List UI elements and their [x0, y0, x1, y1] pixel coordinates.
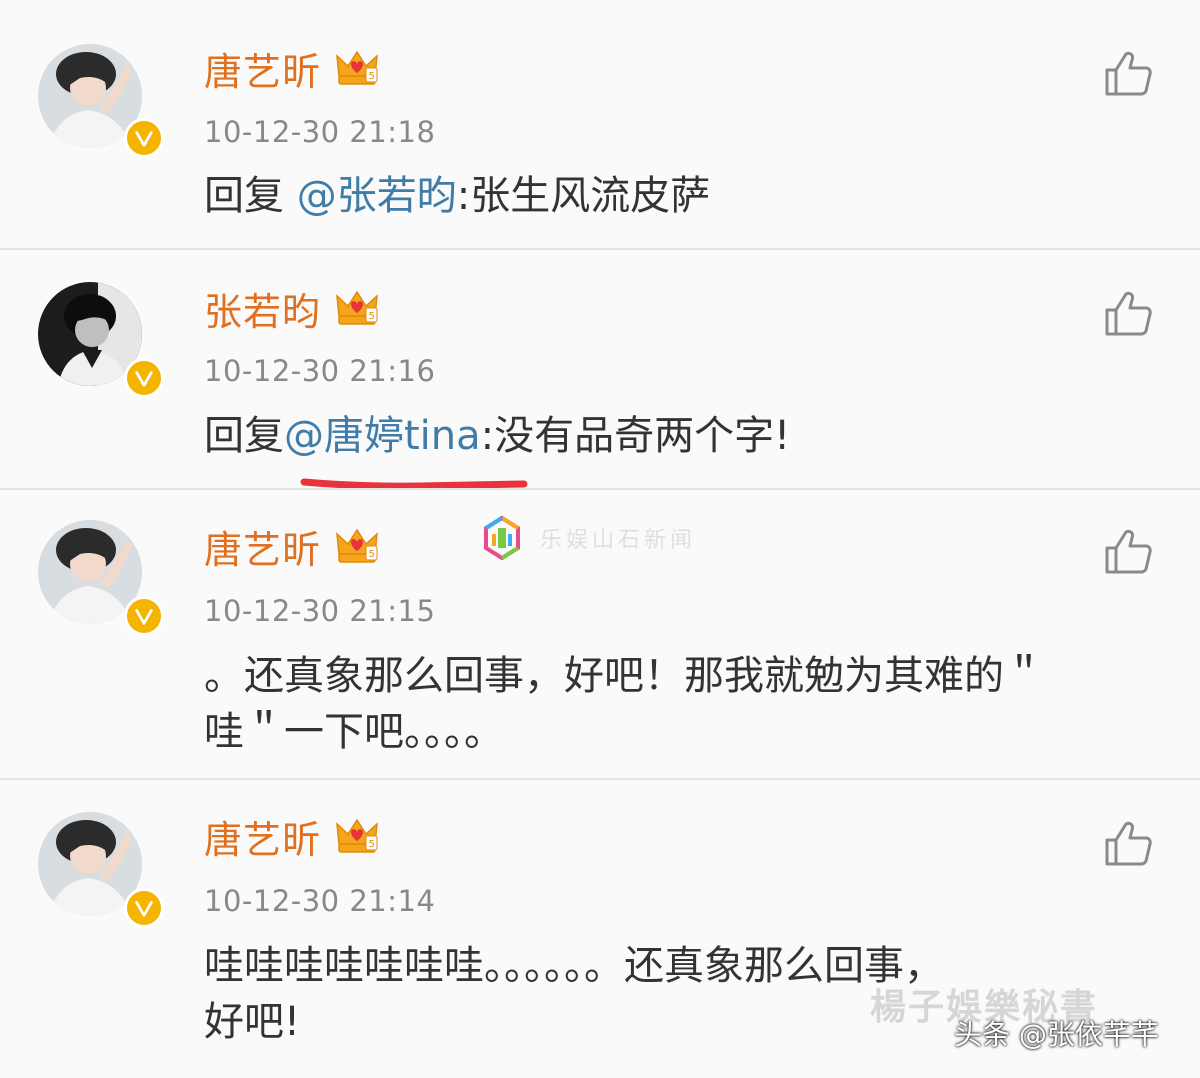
mention-link[interactable]: @唐婷tina	[284, 413, 481, 459]
like-button[interactable]	[1102, 48, 1154, 100]
thumbs-up-icon	[1105, 821, 1152, 866]
username[interactable]: 唐艺昕	[204, 528, 321, 572]
comment-item: 唐艺昕 5 10-12-30 21:18 回复 @张若昀:张生风流皮萨	[0, 0, 1200, 248]
comment-body-line: 。还真象那么回事，好吧！那我就勉为其难的＂	[204, 653, 1044, 699]
svg-text:5: 5	[369, 549, 375, 560]
crown-icon: 5	[336, 528, 378, 563]
timestamp: 10-12-30 21:15	[204, 594, 436, 628]
svg-text:5: 5	[369, 71, 375, 82]
comment-body-line: 哇＂一下吧。。。。	[204, 709, 504, 755]
reply-prefix: 回复	[204, 173, 284, 219]
verified-badge	[124, 888, 164, 928]
comment-text: 。还真象那么回事，好吧！那我就勉为其难的＂ 哇＂一下吧。。。。	[204, 648, 1164, 760]
reply-prefix: 回复	[204, 413, 284, 459]
username[interactable]: 唐艺昕	[204, 818, 321, 862]
username[interactable]: 张若昀	[204, 290, 321, 334]
timestamp: 10-12-30 21:16	[204, 354, 436, 388]
svg-text:5: 5	[369, 839, 375, 850]
thumbs-up-icon	[1105, 291, 1152, 336]
comment-body: :张生风流皮萨	[456, 173, 711, 219]
username[interactable]: 唐艺昕	[204, 50, 321, 94]
comment-text: 回复 @张若昀:张生风流皮萨	[204, 168, 1164, 224]
like-button[interactable]	[1102, 818, 1154, 870]
verified-badge	[124, 596, 164, 636]
comment-feed: 唐艺昕 5 10-12-30 21:18 回复 @张若昀:张生风流皮萨 张若昀 …	[0, 0, 1200, 1078]
like-button[interactable]	[1102, 288, 1154, 340]
crown-icon: 5	[336, 818, 378, 853]
mention-link[interactable]: @张若昀	[297, 173, 457, 219]
verified-v-icon	[135, 901, 153, 917]
site-logo-watermark	[484, 515, 520, 561]
verified-v-icon	[135, 371, 153, 387]
like-button[interactable]	[1102, 526, 1154, 578]
verified-badge	[124, 118, 164, 158]
timestamp: 10-12-30 21:18	[204, 115, 436, 149]
comment-text: 回复@唐婷tina:没有品奇两个字!	[204, 408, 1164, 464]
comment-item: 张若昀 5 10-12-30 21:16 回复@唐婷tina:没有品奇两个字!	[0, 250, 1200, 488]
thumbs-up-icon	[1105, 51, 1152, 96]
credit-watermark: 头条 @张依芊芊	[954, 1018, 1159, 1051]
crown-icon: 5	[336, 50, 378, 85]
thumbs-up-icon	[1105, 529, 1152, 574]
verified-v-icon	[135, 609, 153, 625]
verified-badge	[124, 358, 164, 398]
comment-body: :没有品奇两个字!	[480, 413, 791, 459]
crown-icon: 5	[336, 290, 378, 325]
site-text-watermark: 乐娱山石新闻	[540, 528, 697, 553]
timestamp: 10-12-30 21:14	[204, 884, 436, 918]
svg-text:5: 5	[369, 311, 375, 322]
verified-v-icon	[135, 131, 153, 147]
